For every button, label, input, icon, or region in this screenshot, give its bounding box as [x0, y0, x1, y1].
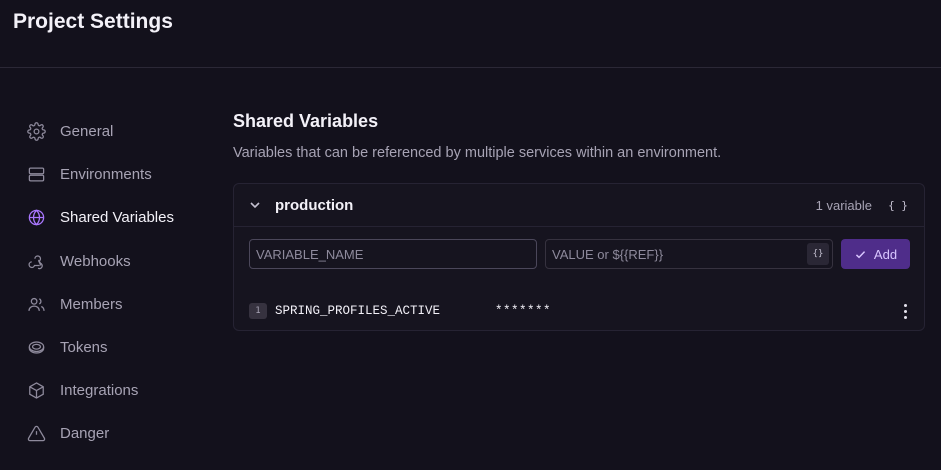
- add-label: Add: [873, 246, 898, 262]
- sidebar-item-danger[interactable]: Danger: [26, 412, 216, 455]
- token-icon: [26, 338, 46, 358]
- header-divider: [0, 67, 941, 68]
- warning-icon: [26, 424, 46, 444]
- check-icon: [855, 250, 866, 258]
- sidebar-item-label: Tokens: [60, 339, 108, 357]
- sidebar-item-label: Webhooks: [60, 252, 131, 270]
- server-icon: [26, 165, 46, 185]
- sidebar-item-general[interactable]: General: [26, 110, 216, 153]
- variable-value-input[interactable]: [546, 240, 832, 268]
- environment-name: production: [275, 196, 354, 214]
- sidebar-item-tokens[interactable]: Tokens: [26, 326, 216, 369]
- sidebar-item-webhooks[interactable]: Webhooks: [26, 240, 216, 283]
- globe-icon: [26, 208, 46, 228]
- sidebar-item-environments[interactable]: Environments: [26, 153, 216, 196]
- reference-button[interactable]: {}: [807, 243, 829, 265]
- more-options-icon[interactable]: [899, 302, 911, 320]
- add-variable-button[interactable]: Add: [841, 239, 910, 269]
- variable-count: 1 variable: [815, 197, 872, 213]
- variable-value[interactable]: *******: [495, 304, 551, 318]
- variable-row[interactable]: 1 SPRING_PROFILES_ACTIVE *******: [249, 302, 911, 320]
- gear-icon: [26, 122, 46, 142]
- section-description: Variables that can be referenced by mult…: [233, 145, 722, 161]
- sidebar-item-members[interactable]: Members: [26, 283, 216, 326]
- chevron-down-icon[interactable]: [247, 197, 263, 213]
- settings-sidebar: General Environments Shared Variables We…: [26, 110, 216, 456]
- environment-card: production 1 variable { } {} Add 1 SPRIN…: [233, 183, 925, 331]
- variable-value-field: {}: [545, 239, 833, 269]
- main-content: Shared Variables Variables that can be r…: [233, 111, 925, 161]
- raw-editor-button[interactable]: { }: [886, 193, 910, 217]
- environment-header[interactable]: production 1 variable { }: [234, 184, 924, 227]
- row-index-badge: 1: [249, 303, 267, 319]
- webhook-icon: [26, 251, 46, 271]
- sidebar-item-label: Integrations: [60, 382, 139, 400]
- sidebar-item-label: Danger: [60, 425, 110, 443]
- section-title: Shared Variables: [233, 111, 379, 131]
- cube-icon: [26, 381, 46, 401]
- sidebar-item-label: Environments: [60, 166, 152, 184]
- sidebar-item-integrations[interactable]: Integrations: [26, 369, 216, 412]
- sidebar-item-label: Members: [60, 295, 123, 313]
- sidebar-item-shared-variables[interactable]: Shared Variables: [26, 196, 216, 239]
- users-icon: [26, 294, 46, 314]
- variable-name: SPRING_PROFILES_ACTIVE: [275, 304, 441, 318]
- sidebar-item-label: Shared Variables: [60, 209, 174, 227]
- sidebar-item-label: General: [60, 123, 114, 141]
- variable-name-input[interactable]: [249, 239, 537, 269]
- page-title: Project Settings: [13, 10, 173, 33]
- new-variable-form: {} Add: [249, 239, 910, 269]
